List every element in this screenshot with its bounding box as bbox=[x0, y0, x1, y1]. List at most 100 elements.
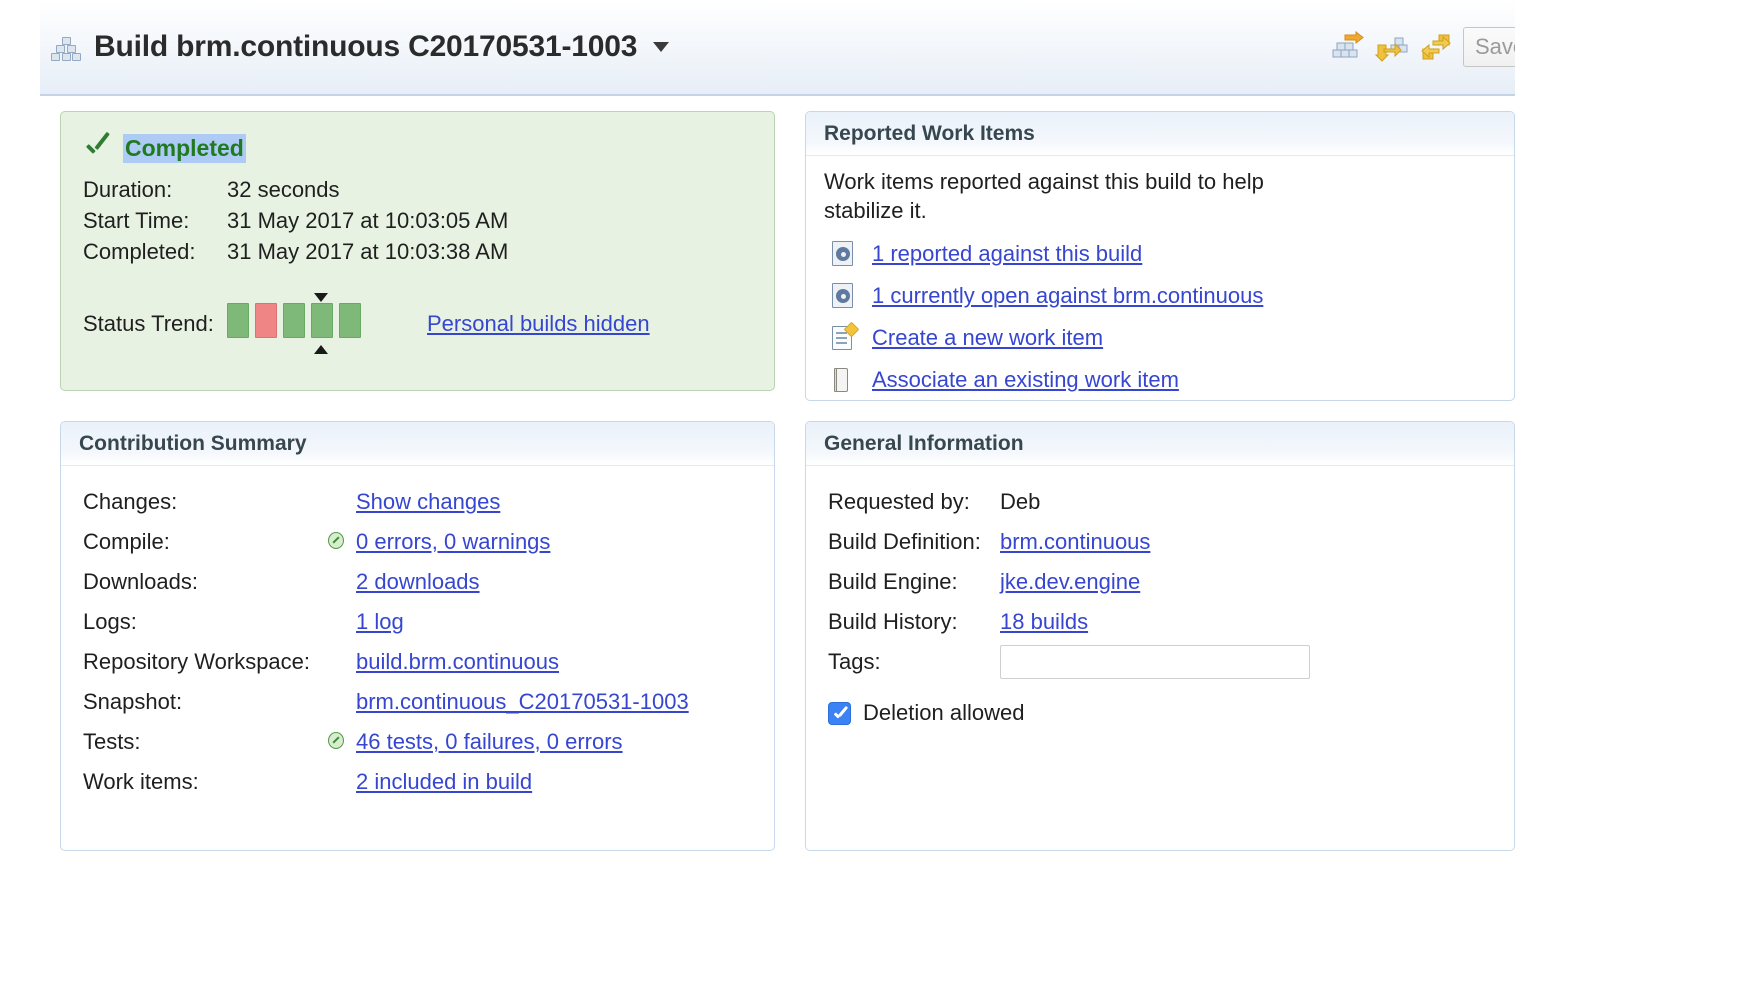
start-time-value: 31 May 2017 at 10:03:05 AM bbox=[227, 208, 509, 233]
work-item-icon bbox=[828, 281, 858, 311]
trend-bar[interactable] bbox=[255, 303, 277, 338]
list-item[interactable]: 1 currently open against brm.continuous bbox=[828, 281, 1514, 311]
trend-bar[interactable] bbox=[283, 303, 305, 338]
tests-ok-icon bbox=[328, 732, 344, 749]
completed-value: 31 May 2017 at 10:03:38 AM bbox=[227, 239, 509, 264]
page-title: Build brm.continuous C20170531-1003 bbox=[94, 30, 638, 63]
table-row: Repository Workspace: build.brm.continuo… bbox=[83, 642, 774, 682]
build-engine-link[interactable]: jke.dev.engine bbox=[1000, 569, 1140, 595]
build-status-panel: Completed Duration: 32 seconds Start Tim… bbox=[60, 111, 775, 391]
general-information-title: General Information bbox=[806, 422, 1514, 466]
reported-work-items-description: Work items reported against this build t… bbox=[824, 169, 1264, 223]
build-status-fields: Duration: 32 seconds Start Time: 31 May … bbox=[61, 163, 774, 265]
request-build-icon[interactable] bbox=[1331, 30, 1365, 63]
contribution-summary-rows: Changes: Show changes Compile: 0 errors,… bbox=[61, 466, 774, 802]
tags-input[interactable] bbox=[1000, 645, 1310, 679]
status-trend-row: Status Trend: Personal builds hidden bbox=[61, 270, 774, 354]
create-work-item-link[interactable]: Create a new work item bbox=[872, 325, 1103, 351]
completed-label: Completed: bbox=[83, 239, 196, 264]
contribution-summary-panel: Contribution Summary Changes: Show chang… bbox=[60, 421, 775, 851]
logs-link[interactable]: 1 log bbox=[356, 609, 404, 635]
work-item-icon bbox=[828, 239, 858, 269]
show-changes-link[interactable]: Show changes bbox=[356, 489, 500, 515]
associate-work-item-link[interactable]: Associate an existing work item bbox=[872, 367, 1179, 393]
table-row: Snapshot: brm.continuous_C20170531-1003 bbox=[83, 682, 774, 722]
save-button[interactable]: Save bbox=[1463, 27, 1515, 67]
snapshot-link[interactable]: brm.continuous_C20170531-1003 bbox=[356, 689, 689, 715]
table-row: Downloads: 2 downloads bbox=[83, 562, 774, 602]
status-trend-chart[interactable] bbox=[227, 290, 365, 354]
requested-by-label: Requested by: bbox=[828, 489, 970, 514]
work-items-label: Work items: bbox=[83, 769, 199, 794]
compile-label: Compile: bbox=[83, 529, 170, 554]
trend-bar[interactable] bbox=[339, 303, 361, 338]
status-icon-slot bbox=[328, 529, 356, 555]
fetch-build-icon[interactable] bbox=[1374, 31, 1409, 63]
duration-row: Duration: 32 seconds bbox=[83, 177, 774, 203]
currently-open-link[interactable]: 1 currently open against brm.continuous bbox=[872, 283, 1263, 309]
current-build-marker-icon bbox=[314, 345, 328, 354]
build-definition-label: Build Definition: bbox=[828, 529, 981, 554]
compile-ok-icon bbox=[328, 532, 344, 549]
completed-row: Completed: 31 May 2017 at 10:03:38 AM bbox=[83, 239, 774, 265]
tags-row: Tags: bbox=[828, 642, 1514, 682]
downloads-link[interactable]: 2 downloads bbox=[356, 569, 480, 595]
reported-work-items-links: 1 reported against this build 1 currentl… bbox=[806, 225, 1514, 395]
list-item[interactable]: Associate an existing work item bbox=[828, 365, 1514, 395]
changes-label: Changes: bbox=[83, 489, 178, 514]
list-item[interactable]: 1 reported against this build bbox=[828, 239, 1514, 269]
build-history-label: Build History: bbox=[828, 609, 958, 634]
editor-header: Build brm.continuous C20170531-1003 Sav bbox=[40, 0, 1515, 96]
table-row: Changes: Show changes bbox=[83, 482, 774, 522]
table-row: Build History: 18 builds bbox=[828, 602, 1514, 642]
reported-work-items-title: Reported Work Items bbox=[806, 112, 1514, 156]
table-row: Build Engine: jke.dev.engine bbox=[828, 562, 1514, 602]
requested-by-value: Deb bbox=[1000, 489, 1041, 514]
tests-label: Tests: bbox=[83, 729, 141, 754]
work-items-included-link[interactable]: 2 included in build bbox=[356, 769, 532, 795]
build-result-editor: Build brm.continuous C20170531-1003 Sav … bbox=[0, 0, 1515, 994]
start-time-label: Start Time: bbox=[83, 208, 190, 233]
reported-work-items-panel: Reported Work Items Work items reported … bbox=[805, 111, 1515, 401]
associate-work-item-icon bbox=[828, 365, 858, 395]
table-row: Work items: 2 included in build bbox=[83, 762, 774, 802]
build-history-link[interactable]: 18 builds bbox=[1000, 609, 1088, 635]
duration-value: 32 seconds bbox=[227, 177, 340, 202]
repository-workspace-label: Repository Workspace: bbox=[83, 649, 311, 674]
duration-label: Duration: bbox=[83, 177, 173, 202]
trend-bar[interactable] bbox=[227, 303, 249, 338]
build-engine-label: Build Engine: bbox=[828, 569, 958, 594]
tags-label: Tags: bbox=[828, 649, 881, 674]
status-icon-slot bbox=[328, 729, 356, 755]
status-trend-label: Status Trend: bbox=[83, 311, 214, 336]
downloads-label: Downloads: bbox=[83, 569, 198, 594]
checkmark-icon bbox=[83, 136, 113, 162]
status-badge: Completed bbox=[123, 134, 246, 163]
build-stack-icon bbox=[51, 33, 81, 61]
table-row: Logs: 1 log bbox=[83, 602, 774, 642]
contribution-summary-title: Contribution Summary bbox=[61, 422, 774, 466]
deletion-allowed-checkbox[interactable] bbox=[828, 701, 851, 725]
table-row: Tests: 46 tests, 0 failures, 0 errors bbox=[83, 722, 774, 762]
trend-bar[interactable] bbox=[311, 303, 333, 338]
chevron-down-icon[interactable] bbox=[653, 42, 670, 52]
start-time-row: Start Time: 31 May 2017 at 10:03:05 AM bbox=[83, 208, 774, 234]
new-work-item-icon bbox=[828, 321, 860, 353]
general-information-panel: General Information Requested by: Deb Bu… bbox=[805, 421, 1515, 851]
repository-workspace-link[interactable]: build.brm.continuous bbox=[356, 649, 559, 675]
table-row: Compile: 0 errors, 0 warnings bbox=[83, 522, 774, 562]
snapshot-label: Snapshot: bbox=[83, 689, 183, 714]
refresh-icon[interactable] bbox=[1419, 31, 1453, 63]
table-row: Requested by: Deb bbox=[828, 482, 1514, 522]
tests-result-link[interactable]: 46 tests, 0 failures, 0 errors bbox=[356, 729, 623, 755]
build-definition-link[interactable]: brm.continuous bbox=[1000, 529, 1150, 555]
reported-against-build-link[interactable]: 1 reported against this build bbox=[872, 241, 1142, 267]
logs-label: Logs: bbox=[83, 609, 137, 634]
compile-result-link[interactable]: 0 errors, 0 warnings bbox=[356, 529, 550, 555]
list-item[interactable]: Create a new work item bbox=[828, 321, 1514, 353]
table-row: Build Definition: brm.continuous bbox=[828, 522, 1514, 562]
general-information-rows: Requested by: Deb Build Definition: brm.… bbox=[806, 466, 1514, 682]
deletion-allowed-row[interactable]: Deletion allowed bbox=[806, 682, 1514, 726]
personal-builds-hidden-link[interactable]: Personal builds hidden bbox=[427, 311, 650, 344]
deletion-allowed-label: Deletion allowed bbox=[863, 700, 1025, 725]
